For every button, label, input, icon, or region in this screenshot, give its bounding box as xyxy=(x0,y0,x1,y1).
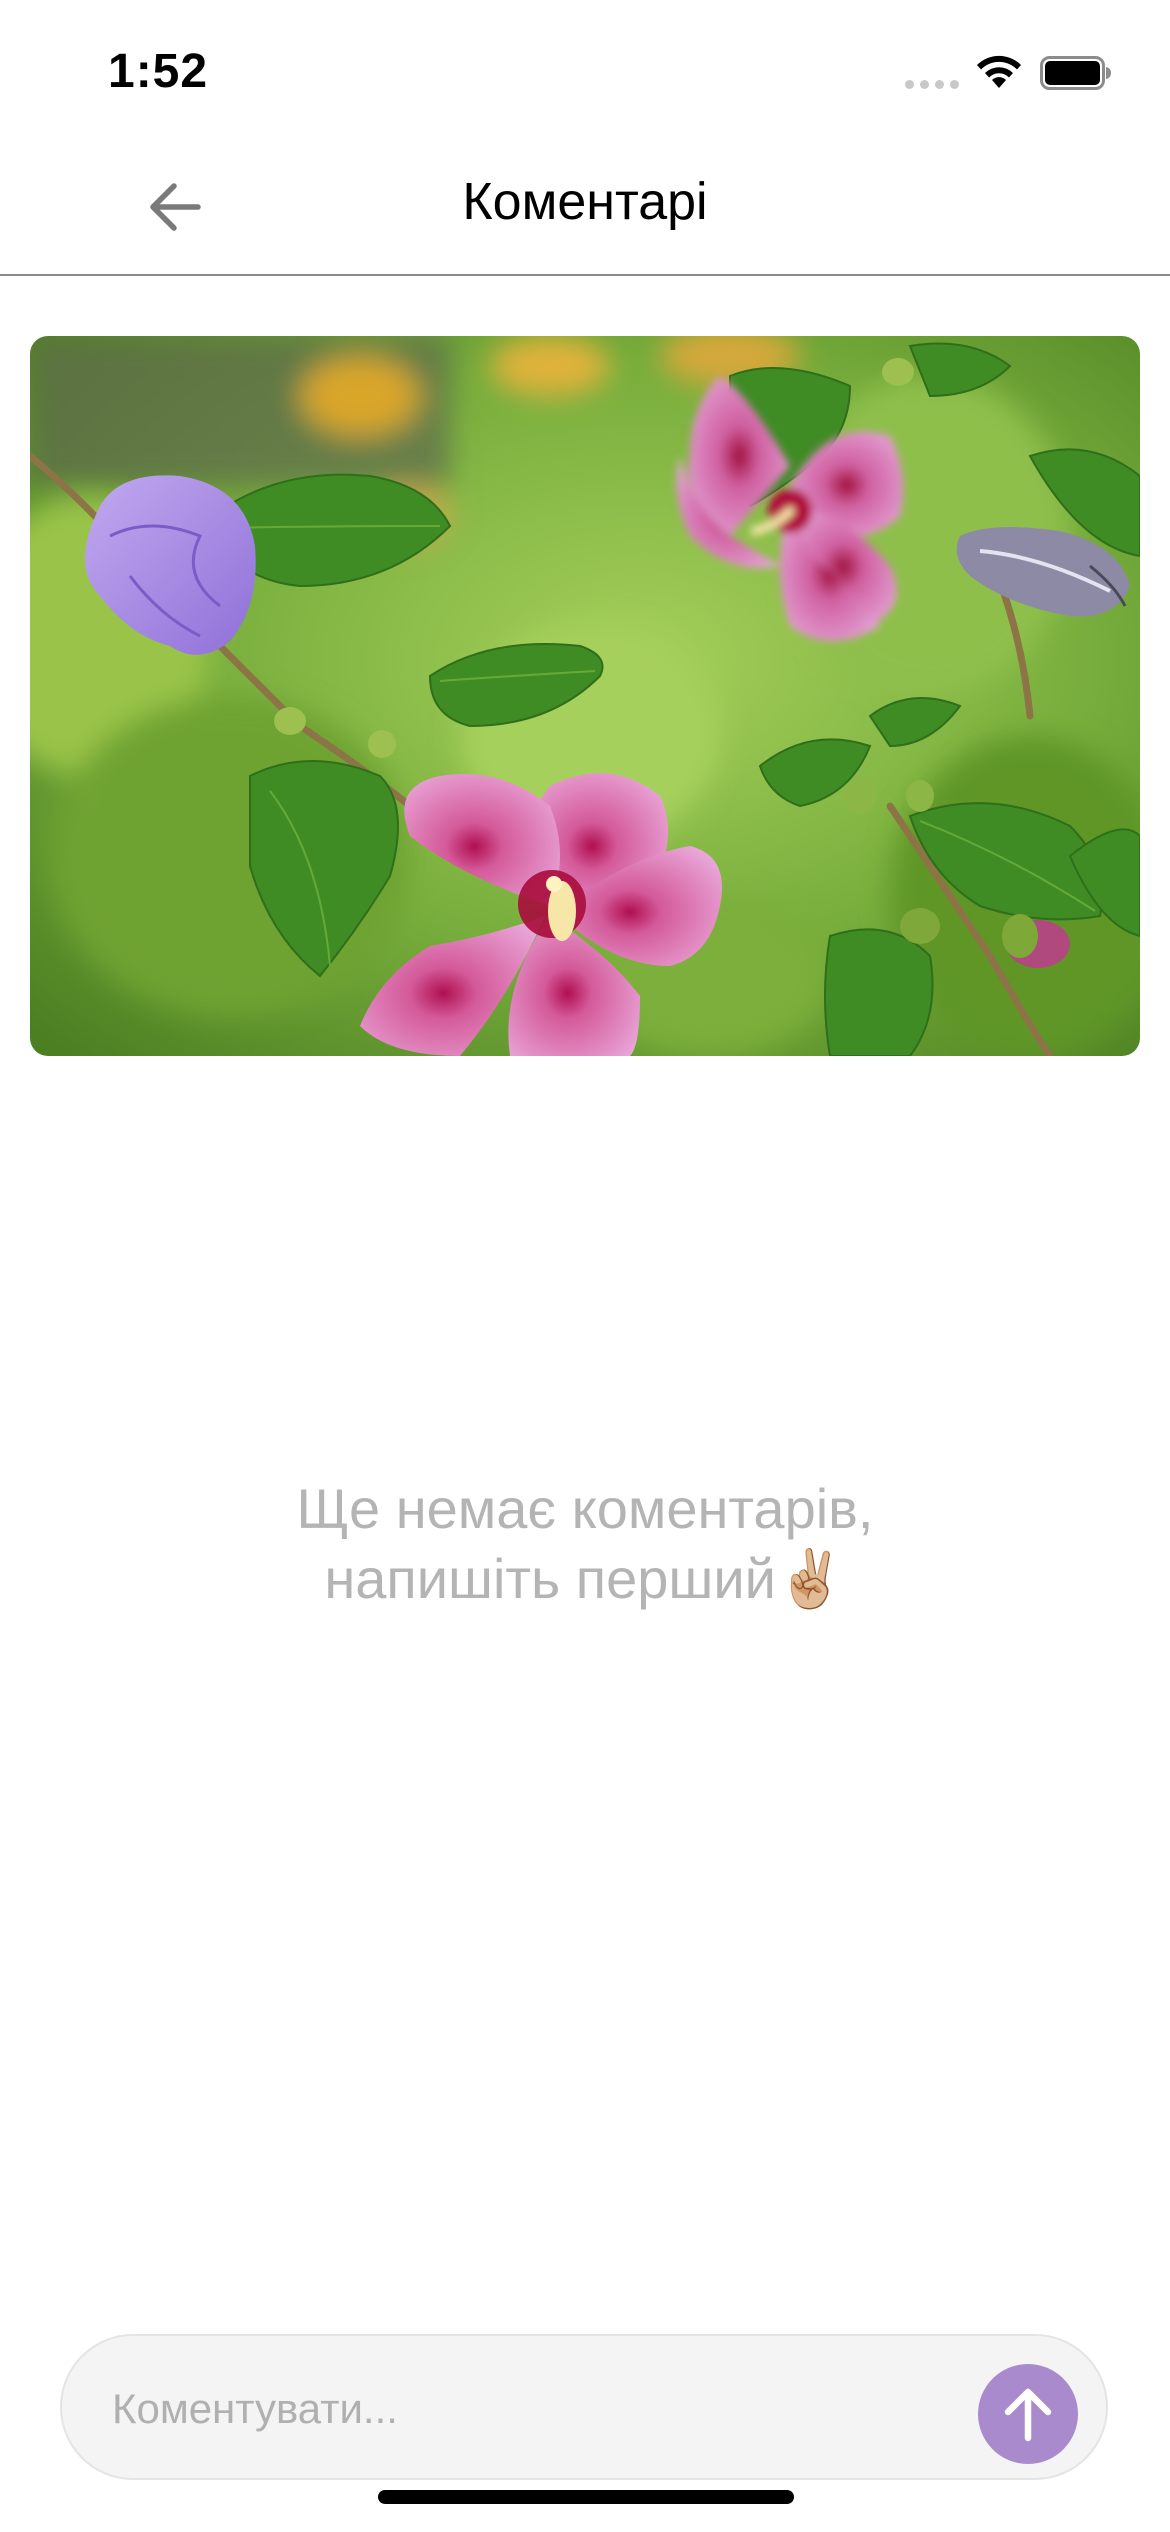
battery-icon xyxy=(1040,56,1111,90)
status-bar: 1:52 xyxy=(0,0,1170,140)
send-button[interactable] xyxy=(978,2364,1078,2464)
page-title: Коментарі xyxy=(462,173,708,231)
empty-state-line-1: Ще немає коментарів, xyxy=(296,1477,874,1540)
status-time: 1:52 xyxy=(108,45,209,98)
empty-comments-message: Ще немає коментарів, напишіть перший✌🏼 xyxy=(0,1474,1170,1614)
post-photo xyxy=(30,336,1140,1056)
flower-photo-image xyxy=(30,336,1140,1056)
arrow-up-icon xyxy=(1004,2388,1052,2442)
comment-input[interactable] xyxy=(110,2372,934,2446)
cellular-signal-icon xyxy=(905,80,959,89)
wifi-icon xyxy=(977,55,1021,88)
nav-bar: Коментарі xyxy=(0,140,1170,276)
home-indicator[interactable] xyxy=(378,2490,794,2504)
empty-state-line-2: напишіть перший✌🏼 xyxy=(324,1547,846,1610)
comment-composer xyxy=(60,2334,1108,2480)
